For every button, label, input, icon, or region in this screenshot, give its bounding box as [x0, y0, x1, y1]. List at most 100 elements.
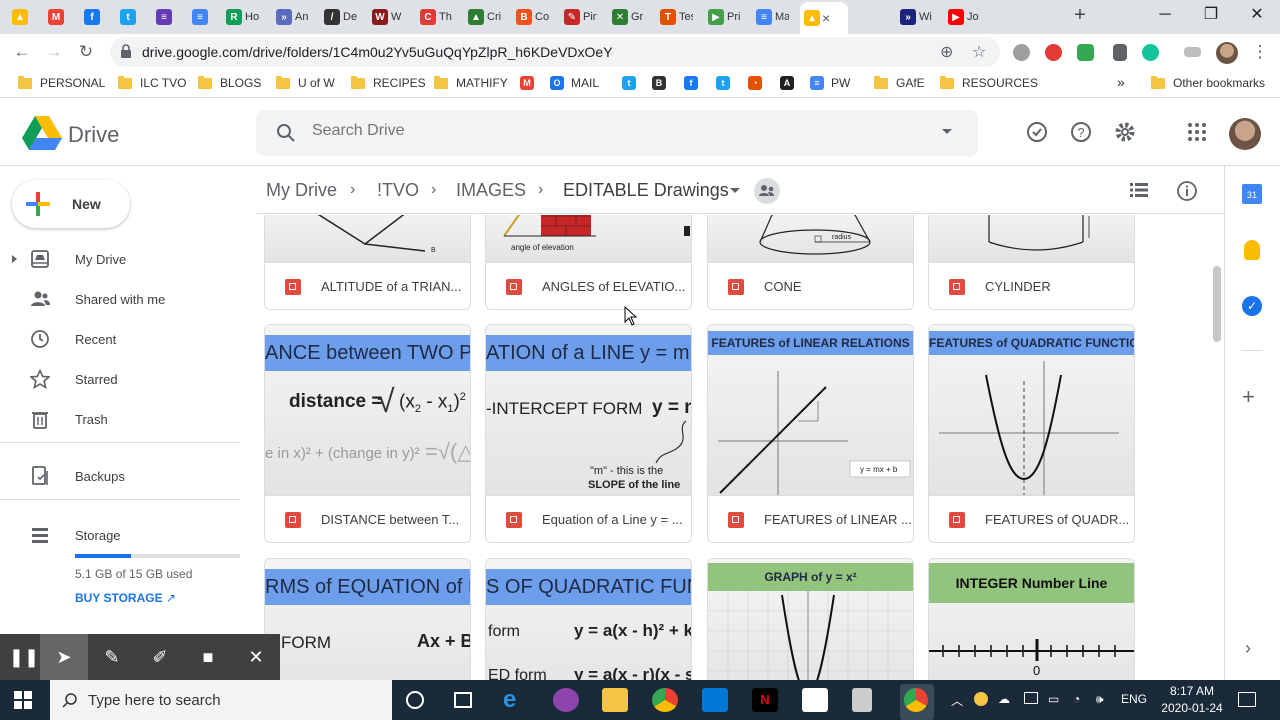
chevron-right-icon[interactable]: ›: [1245, 638, 1251, 659]
wifi-icon[interactable]: ◔: [1073, 692, 1080, 706]
search-input[interactable]: [312, 122, 912, 140]
pen-icon[interactable]: ✎: [88, 634, 136, 680]
file-card[interactable]: FEATURES of QUADRATIC FUNCTIONS FEATURES…: [928, 324, 1135, 543]
file-card[interactable]: INTEGER Number Line 0: [928, 558, 1135, 680]
volume-icon[interactable]: 🕪: [1096, 692, 1104, 707]
sidebar-item-trash[interactable]: Trash: [0, 402, 240, 436]
file-card[interactable]: CYLINDER: [928, 215, 1135, 310]
language-indicator[interactable]: ENG: [1121, 692, 1147, 706]
twitter-icon[interactable]: t: [716, 76, 737, 90]
tray-expand-icon[interactable]: ︿: [951, 692, 963, 709]
browser-tab[interactable]: WW: [368, 4, 405, 30]
file-card[interactable]: FEATURES of LINEAR RELATIONS y = mx + b …: [707, 324, 914, 543]
extension-icon[interactable]: [1184, 47, 1201, 57]
folder-menu-caret-icon[interactable]: [730, 188, 740, 193]
bookmark-favicon-icon[interactable]: ◔: [748, 76, 769, 90]
account-avatar[interactable]: [1229, 118, 1261, 150]
bookmark-item[interactable]: RECIPES: [351, 75, 426, 90]
sidebar-item-storage[interactable]: Storage: [0, 518, 240, 552]
profile-avatar[interactable]: [1216, 42, 1238, 64]
bookmark-favicon-icon[interactable]: A: [780, 76, 801, 90]
file-card[interactable]: B ALTITUDE of a TRIAN...: [264, 215, 471, 310]
gmail-icon[interactable]: M: [520, 76, 541, 90]
clock[interactable]: 8:17 AM 2020-01-24: [1152, 683, 1232, 717]
browser-tab[interactable]: » Wi: [896, 4, 933, 30]
grammarly-icon[interactable]: [1142, 44, 1159, 61]
browser-tab[interactable]: t: [116, 4, 153, 30]
list-view-icon[interactable]: [1130, 182, 1148, 198]
breadcrumb-my-drive[interactable]: My Drive: [266, 180, 337, 201]
browser-tab[interactable]: ▲ ×: [800, 2, 848, 34]
back-arrow-icon[interactable]: ←: [10, 40, 34, 64]
sidebar-item-my-drive[interactable]: My Drive: [0, 242, 240, 276]
help-icon[interactable]: ?: [1069, 120, 1093, 144]
file-card[interactable]: ANCE between TWO P distance = √ (x2 - x1…: [264, 324, 471, 543]
battery-icon[interactable]: [1024, 692, 1038, 704]
edge-icon[interactable]: e: [503, 688, 529, 712]
camera-icon[interactable]: ■: [184, 634, 232, 680]
bookmark-item[interactable]: RESOURCES: [940, 75, 1038, 90]
chrome-icon[interactable]: [652, 688, 678, 712]
onedrive-icon[interactable]: ☁: [998, 692, 1010, 706]
browser-tab[interactable]: ▲: [8, 4, 45, 30]
bookmark-item[interactable]: O MAIL: [550, 76, 599, 90]
info-icon[interactable]: [1176, 180, 1198, 202]
tab-close-icon[interactable]: ×: [822, 10, 830, 26]
tray-app-icon[interactable]: [974, 692, 988, 706]
pointer-icon[interactable]: ➤: [40, 634, 88, 680]
browser-tab[interactable]: B Co: [512, 4, 549, 30]
extension-icon[interactable]: [1045, 44, 1062, 61]
file-card[interactable]: RMS of EQUATION of LI FORM Ax + By: [264, 558, 471, 680]
file-card[interactable]: radius CONE: [707, 215, 914, 310]
windows-start-icon[interactable]: [14, 691, 32, 709]
sidebar-item-shared-with-me[interactable]: Shared with me: [0, 282, 240, 316]
forward-arrow-icon[interactable]: →: [42, 40, 66, 64]
file-card[interactable]: GRAPH of y = x²: [707, 558, 914, 680]
mail-icon[interactable]: [802, 688, 828, 712]
breadcrumb-tvo[interactable]: !TVO: [377, 180, 419, 201]
file-explorer-icon[interactable]: [602, 688, 628, 712]
browser-tab[interactable]: ✎ Pin: [560, 4, 597, 30]
browser-tab[interactable]: » An: [272, 4, 309, 30]
address-bar[interactable]: drive.google.com/drive/folders/1C4m0u2Yv…: [110, 37, 1000, 67]
microphone-icon[interactable]: [852, 688, 872, 712]
file-card[interactable]: S OF QUADRATIC FUNC form y = a(x - h)² +…: [485, 558, 692, 680]
twitter-icon[interactable]: t: [622, 76, 643, 90]
browser-tab[interactable]: ≡: [152, 4, 189, 30]
new-tab-button[interactable]: +: [1068, 4, 1092, 28]
bookmark-item[interactable]: U of W: [276, 75, 335, 90]
meet-now-icon[interactable]: ▭: [1048, 692, 1059, 706]
browser-tab[interactable]: ▲ Cri: [464, 4, 501, 30]
facebook-icon[interactable]: f: [684, 76, 705, 90]
browser-tab[interactable]: ✕ Gr: [608, 4, 645, 30]
tasks-icon[interactable]: ✓: [1242, 296, 1262, 316]
reload-icon[interactable]: ↻: [74, 40, 98, 64]
bookmark-item[interactable]: BLOGS: [198, 75, 261, 90]
bookmark-favicon-icon[interactable]: B: [652, 76, 673, 90]
browser-tab[interactable]: ▶ Jo: [944, 4, 981, 30]
browser-tab[interactable]: ≡ Ma: [752, 4, 789, 30]
buy-storage-link[interactable]: BUY STORAGE ↗: [75, 591, 176, 605]
menu-dots-icon[interactable]: ⋮: [1248, 40, 1272, 64]
search-icon[interactable]: [274, 121, 298, 145]
close-recorder-icon[interactable]: ✕: [232, 634, 280, 680]
browser-tab[interactable]: ≡: [188, 4, 225, 30]
bookmark-item[interactable]: MATHIFY: [434, 75, 508, 90]
search-options-icon[interactable]: [942, 129, 952, 134]
sidebar-item-recent[interactable]: Recent: [0, 322, 240, 356]
netflix-icon[interactable]: N: [752, 688, 778, 712]
notifications-icon[interactable]: [1238, 692, 1256, 707]
expand-arrow-icon[interactable]: [12, 255, 17, 263]
bookmark-item[interactable]: PERSONAL: [18, 75, 105, 90]
window-close-button[interactable]: ✕: [1234, 0, 1280, 30]
settings-gear-icon[interactable]: [1113, 120, 1137, 144]
task-view-icon[interactable]: [454, 692, 472, 708]
browser-tab[interactable]: ▶ Pri: [704, 4, 741, 30]
bookmarks-overflow-icon[interactable]: »: [1117, 74, 1125, 90]
browser-tab[interactable]: / De: [320, 4, 357, 30]
restore-button[interactable]: ❐: [1188, 0, 1234, 30]
taskbar-search[interactable]: Type here to search: [50, 680, 392, 720]
extension-icon[interactable]: [1113, 44, 1127, 61]
browser-tab[interactable]: C Th: [416, 4, 453, 30]
bookmark-item[interactable]: ILC TVO: [118, 75, 186, 90]
